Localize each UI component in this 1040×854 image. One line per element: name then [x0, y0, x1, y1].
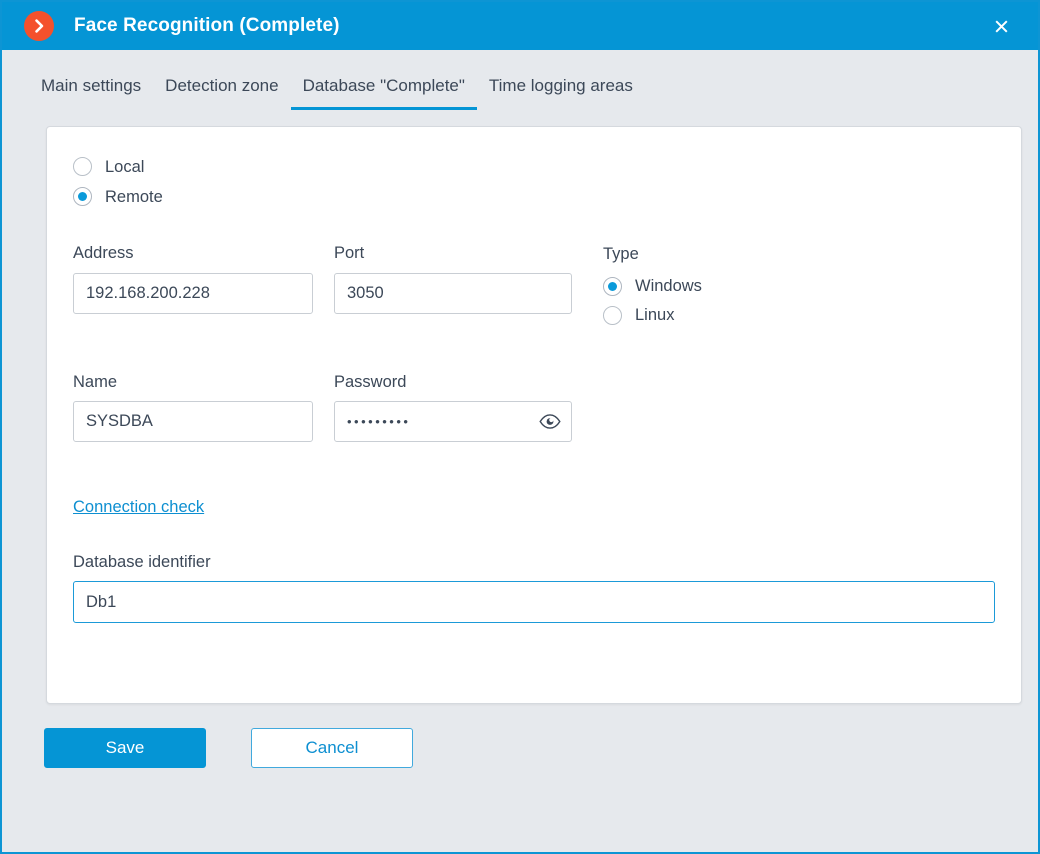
window-title: Face Recognition (Complete) [74, 15, 340, 36]
radio-option-local[interactable]: Local [73, 157, 145, 177]
tab-bar: Main settings Detection zone Database "C… [2, 50, 1038, 111]
database-identifier-label: Database identifier [73, 552, 211, 571]
address-input[interactable]: 192.168.200.228 [73, 272, 313, 314]
name-field-group: Name SYSDBA [73, 373, 313, 442]
password-input[interactable]: ••••••••• [334, 400, 572, 442]
credentials-row: Name SYSDBA Password ••••••••• [73, 373, 995, 442]
password-value: ••••••••• [347, 413, 411, 429]
chevron-right-circle-icon [24, 11, 54, 41]
connection-row: Address 192.168.200.228 Port 3050 Type W… [73, 244, 995, 334]
dialog-footer: Save Cancel [2, 704, 1038, 769]
type-radio-group: Type Windows Linux [603, 244, 702, 334]
radio-indicator-remote [73, 187, 92, 207]
radio-indicator-local [73, 157, 92, 177]
port-label: Port [334, 244, 365, 263]
name-value: SYSDBA [86, 411, 153, 430]
tab-main-settings[interactable]: Main settings [29, 76, 153, 110]
eye-icon[interactable] [539, 413, 561, 429]
port-value: 3050 [347, 283, 384, 302]
radio-label-remote: Remote [105, 187, 163, 206]
password-field-group: Password ••••••••• [334, 373, 572, 442]
tab-time-logging-areas[interactable]: Time logging areas [477, 76, 645, 110]
port-field-group: Port 3050 [334, 244, 572, 314]
tab-database-complete[interactable]: Database "Complete" [290, 76, 477, 111]
title-bar: Face Recognition (Complete) [2, 2, 1038, 50]
radio-indicator-linux [603, 305, 622, 325]
dialog-body: Main settings Detection zone Database "C… [2, 50, 1038, 852]
address-field-group: Address 192.168.200.228 [73, 244, 313, 314]
radio-indicator-windows [603, 276, 622, 296]
radio-label-windows: Windows [635, 276, 702, 295]
database-identifier-group: Database identifier Db1 [73, 553, 995, 623]
database-identifier-value: Db1 [86, 592, 117, 611]
address-value: 192.168.200.228 [86, 283, 210, 302]
save-button[interactable]: Save [44, 728, 206, 769]
name-input[interactable]: SYSDBA [73, 400, 313, 442]
close-icon[interactable] [984, 9, 1018, 43]
radio-label-local: Local [105, 157, 145, 176]
storage-mode-radio-group: Local Remote [73, 157, 995, 207]
name-label: Name [73, 372, 118, 391]
tab-detection-zone[interactable]: Detection zone [153, 76, 290, 110]
radio-option-windows[interactable]: Windows [603, 276, 702, 296]
password-label: Password [334, 372, 407, 391]
radio-option-linux[interactable]: Linux [603, 305, 675, 325]
address-label: Address [73, 244, 134, 263]
database-identifier-input[interactable]: Db1 [73, 580, 995, 623]
dialog-window: Face Recognition (Complete) Main setting… [0, 0, 1040, 854]
radio-option-remote[interactable]: Remote [73, 187, 163, 207]
connection-check-link[interactable]: Connection check [73, 498, 204, 517]
radio-label-linux: Linux [635, 305, 675, 324]
port-input[interactable]: 3050 [334, 272, 572, 314]
settings-card: Local Remote Address 192.168.200.228 Por… [46, 126, 1022, 705]
type-label: Type [603, 245, 639, 264]
cancel-button[interactable]: Cancel [251, 728, 413, 769]
